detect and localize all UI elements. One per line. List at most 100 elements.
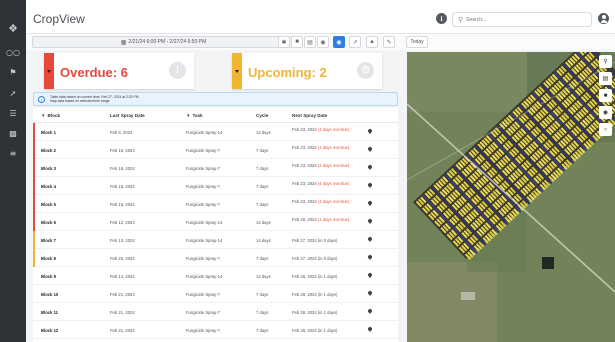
cell-task: Fungicide Spray-7 [186,202,220,207]
map-pin-icon[interactable] [367,290,373,296]
overdue-card[interactable]: Overdue: 6 ! [44,53,194,89]
cell-last-spray: Feb 21, 2024 [110,328,135,333]
overdue-text: (4 days overdue) [317,199,350,204]
cell-block: Block 2 [41,148,56,153]
header-block[interactable]: ▼ Block [41,113,60,118]
chart-button[interactable]: ↗ [349,36,361,48]
header-last-spray[interactable]: Last Spray Date [110,113,145,118]
map-pin-icon[interactable] [367,272,373,278]
filter-icon[interactable]: ▼ [41,113,46,118]
chart-icon[interactable]: ▩ [6,128,20,140]
map-pin-icon[interactable] [367,326,373,332]
status-bar [33,213,35,231]
table-row[interactable]: Block 12 Feb 21, 2024 Fungicide Spray-7 7 d… [33,321,398,339]
map-pin-icon[interactable] [367,200,373,206]
user-icon[interactable] [598,13,609,24]
cell-next-spray: Feb 26, 2024 (1 days overdue) [292,217,349,222]
today-button[interactable]: Today [406,36,428,48]
table-row[interactable]: Block 6 Feb 12, 2024 Fungicide Spray-14 14 … [33,213,398,231]
cell-next-spray: Feb 23, 2024 (4 days overdue) [292,181,349,186]
map-pin-icon[interactable] [367,146,373,152]
notice-text: Table data based on current time: Feb 27… [50,95,139,104]
logo-icon[interactable]: ❖ [6,22,20,34]
map-pin-icon[interactable] [367,182,373,188]
map-pin-icon[interactable] [367,308,373,314]
building [461,292,475,300]
cell-last-spray: Feb 14, 2024 [110,274,135,279]
date-range-picker[interactable]: ▦ 2/21/24 6:00 PM - 2/27/24 6:50 PM [32,36,295,48]
status-bar [33,249,35,267]
spray-button[interactable]: ◉ [333,36,345,48]
edit-button[interactable]: ✎ [383,36,395,48]
satellite-map[interactable] [407,52,615,342]
upcoming-card[interactable]: Upcoming: 2 ⏱ [232,53,382,89]
map-pin-icon[interactable] [367,236,373,242]
cell-task: Fungicide Spray-7 [186,328,220,333]
table-row[interactable]: Block 8 Feb 20, 2024 Fungicide Spray-7 7 da… [33,249,398,267]
settings-icon[interactable]: ≡ [6,148,20,160]
cell-next-spray: Feb 28, 2024 (in 1 days) [292,328,337,333]
table-row[interactable]: Block 5 Feb 16, 2024 Fungicide Spray-7 7 da… [33,195,398,213]
table-row[interactable]: Block 11 Feb 21, 2024 Fungicide Spray-7 7 d… [33,303,398,321]
comment-icon[interactable]: ■ [599,89,612,102]
status-bar [33,303,35,321]
status-bar [33,159,35,177]
status-bar [33,285,35,303]
table-row[interactable]: Block 1 Feb 9, 2024 Fungicide Spray-14 14 d… [33,123,398,141]
cell-next-spray: Feb 23, 2024 (4 days overdue) [292,199,349,204]
top-bar: CropView i ⚲ [26,0,615,34]
map-pin-icon[interactable] [367,254,373,260]
table-row[interactable]: Block 7 Feb 13, 2024 Fungicide Spray-14 14 … [33,231,398,249]
cell-cycle: 7 days [256,328,269,333]
cell-last-spray: Feb 16, 2024 [110,166,135,171]
pin-icon[interactable]: ➚ [6,88,20,100]
header-next-spray[interactable]: Next Spray Date [292,113,327,118]
cell-next-spray: Feb 27, 2024 (in 0 days) [292,238,337,243]
map-pin-icon[interactable] [367,164,373,170]
table-row[interactable]: Block 9 Feb 14, 2024 Fungicide Spray-14 14 … [33,267,398,285]
table-header: ▼ Block Last Spray Date ▼ Task Cycle Next … [33,108,398,123]
table-row[interactable]: Block 3 Feb 16, 2024 Fungicide Spray-7 7 da… [33,159,398,177]
binoculars-button[interactable]: ◉ [317,36,329,48]
binoculars-icon[interactable]: ○ [599,123,612,136]
table-row[interactable]: Block 2 Feb 16, 2024 Fungicide Spray-7 7 da… [33,141,398,159]
info-icon[interactable]: i [436,13,447,24]
palette-icon[interactable]: ◉ [599,106,612,119]
cell-next-spray: Feb 28, 2024 (in 1 days) [292,292,337,297]
header-cycle[interactable]: Cycle [256,113,268,118]
cell-cycle: 7 days [256,202,269,207]
map-pin-icon[interactable] [367,218,373,224]
grid-view-button[interactable]: ■ [291,36,303,48]
cell-last-spray: Feb 13, 2024 [110,238,135,243]
header-task[interactable]: ▼ Task [186,113,203,118]
next-spray-date: Feb 26, 2024 [292,217,317,222]
table-row[interactable]: Block 10 Feb 21, 2024 Fungicide Spray-7 7 d… [33,285,398,303]
cell-task: Fungicide Spray-7 [186,256,220,261]
cell-cycle: 7 days [256,166,269,171]
summary-cards: Overdue: 6 ! Upcoming: 2 ⏱ [26,50,398,92]
star-button[interactable]: ✱ [278,36,290,48]
search-box[interactable]: ⚲ [452,12,592,27]
location-icon[interactable]: ⚲ [599,55,612,68]
tractor-icon[interactable]: ⚑ [6,67,20,79]
binoculars-icon[interactable]: ○○ [6,47,20,59]
table-row[interactable]: Block 4 Feb 16, 2024 Fungicide Spray-7 7 da… [33,177,398,195]
status-bar [33,321,35,339]
cell-task: Fungicide Spray-14 [186,220,223,225]
field-button[interactable]: ▲ [366,36,378,48]
cell-block: Block 7 [41,238,56,243]
cell-last-spray: Feb 21, 2024 [110,310,135,315]
cell-task: Fungicide Spray-7 [186,166,220,171]
map-pin-icon[interactable] [367,128,373,134]
map-view[interactable]: ⚲ ▤ ■ ◉ ○ [407,52,615,342]
list-icon[interactable]: ☰ [6,108,20,120]
layers-icon[interactable]: ▤ [599,72,612,85]
filter-icon[interactable]: ▼ [186,113,191,118]
cell-block: Block 8 [41,256,56,261]
cell-task: Fungicide Spray-7 [186,184,220,189]
cell-block: Block 6 [41,220,56,225]
search-input[interactable] [466,16,577,23]
table-view-button[interactable]: ▤ [304,36,316,48]
cell-task: Fungicide Spray-14 [186,130,223,135]
cell-next-spray: Feb 23, 2024 (4 days overdue) [292,145,349,150]
